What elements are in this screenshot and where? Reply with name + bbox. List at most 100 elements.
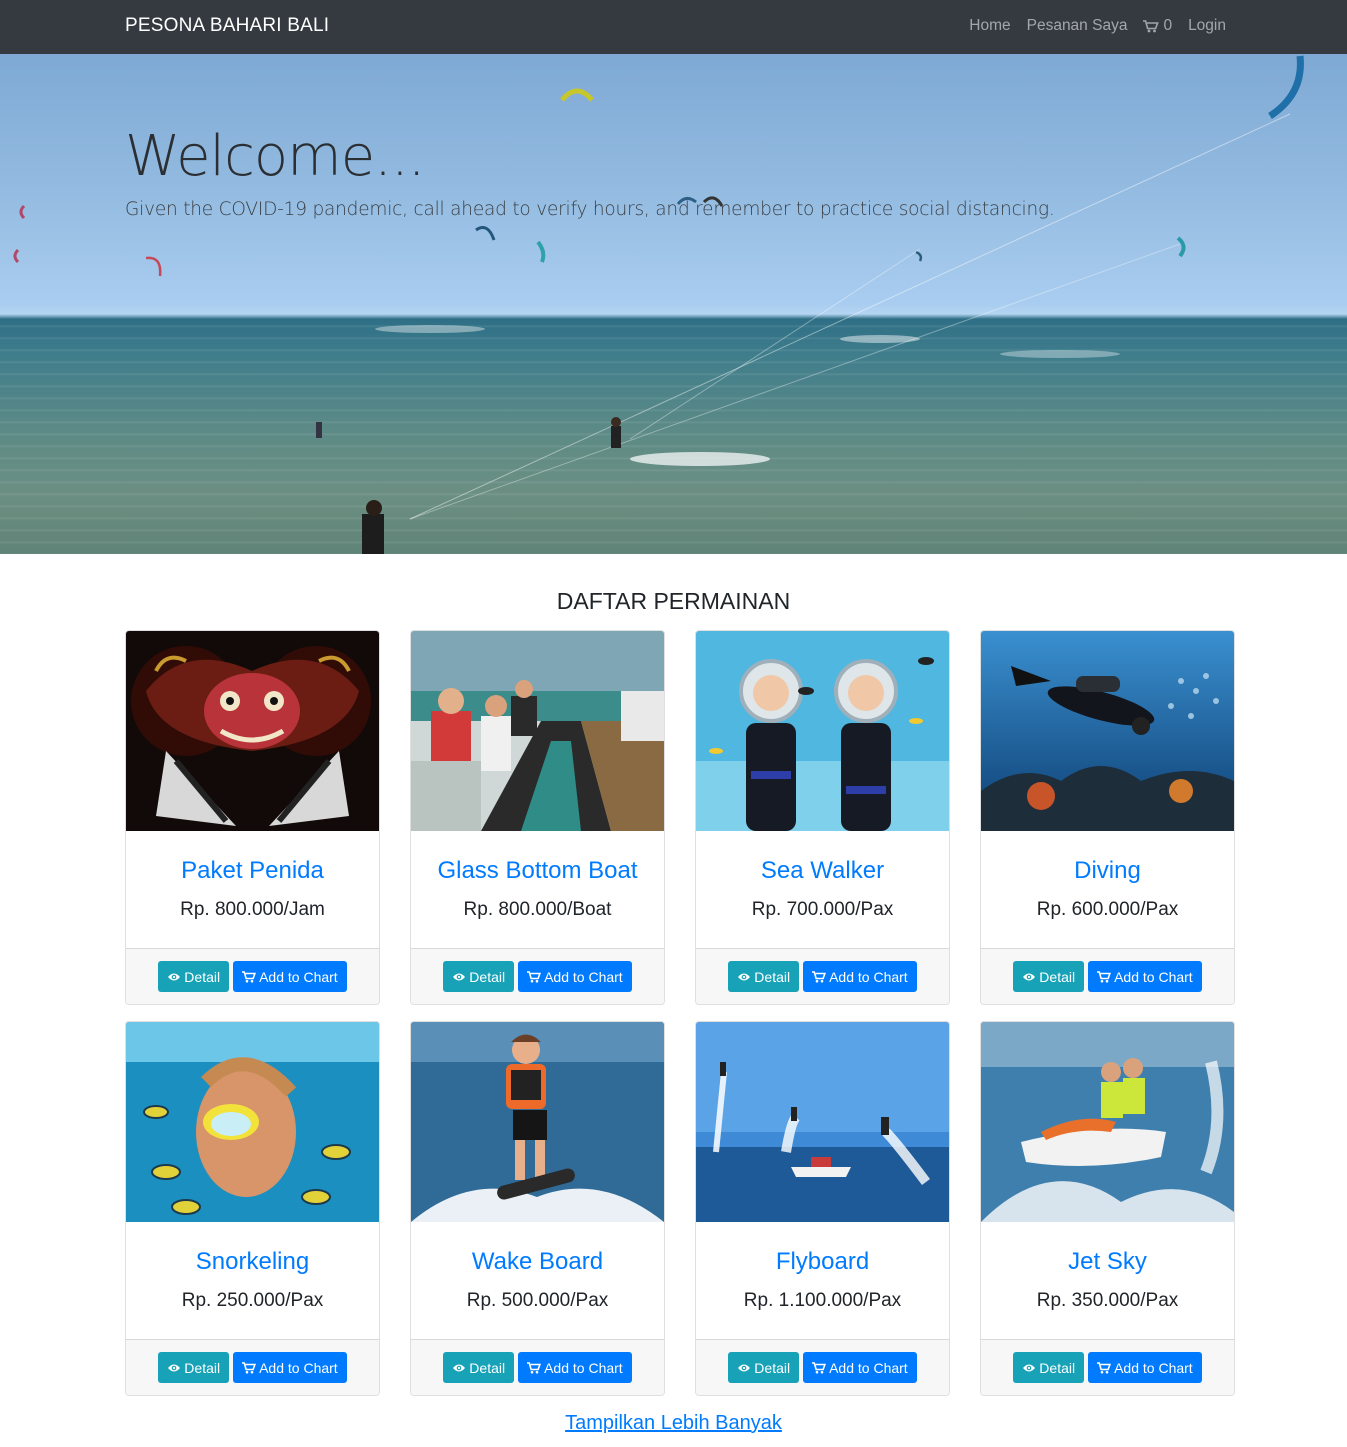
eye-icon <box>738 1364 751 1371</box>
product-card: Wake Board Rp. 500.000/Pax Detail Add to… <box>410 1021 665 1396</box>
product-card: Snorkeling Rp. 250.000/Pax Detail Add to… <box>125 1021 380 1396</box>
add-to-cart-button[interactable]: Add to Chart <box>518 961 632 992</box>
nav-cart[interactable]: 0 <box>1143 17 1172 35</box>
add-to-cart-button[interactable]: Add to Chart <box>1088 961 1202 992</box>
add-to-cart-button[interactable]: Add to Chart <box>803 961 917 992</box>
eye-icon <box>738 973 751 980</box>
card-image-glass-bottom-boat[interactable] <box>411 631 664 831</box>
card-title[interactable]: Jet Sky <box>981 1248 1234 1276</box>
brand-logo-text[interactable]: PESONA BAHARI BALI <box>125 15 329 37</box>
cart-icon <box>1097 1361 1112 1373</box>
card-image-snorkeler[interactable] <box>126 1022 379 1222</box>
card-image-diver[interactable] <box>981 631 1234 831</box>
card-title[interactable]: Sea Walker <box>696 857 949 885</box>
product-card: Glass Bottom Boat Rp. 800.000/Boat Detai… <box>410 630 665 1005</box>
eye-icon <box>453 973 466 980</box>
detail-button[interactable]: Detail <box>728 961 800 992</box>
cart-icon <box>1143 19 1160 32</box>
add-to-cart-label: Add to Chart <box>544 968 623 985</box>
nav-home[interactable]: Home <box>969 17 1010 35</box>
add-to-cart-label: Add to Chart <box>259 1359 338 1376</box>
card-title[interactable]: Flyboard <box>696 1248 949 1276</box>
product-card: Sea Walker Rp. 700.000/Pax Detail Add to… <box>695 630 950 1005</box>
card-title[interactable]: Wake Board <box>411 1248 664 1276</box>
card-price: Rp. 600.000/Pax <box>1036 899 1179 920</box>
add-to-cart-label: Add to Chart <box>829 968 908 985</box>
eye-icon <box>168 973 181 980</box>
detail-label: Detail <box>754 1359 791 1376</box>
nav-my-orders[interactable]: Pesanan Saya <box>1027 17 1128 35</box>
card-price: Rp. 500.000/Pax <box>466 1290 609 1311</box>
card-price: Rp. 800.000/Jam <box>180 899 325 920</box>
cart-icon <box>812 1361 827 1373</box>
detail-button[interactable]: Detail <box>158 961 230 992</box>
detail-label: Detail <box>184 1359 221 1376</box>
hero-jumbotron: Welcome... Given the COVID-19 pandemic, … <box>0 54 1347 554</box>
product-card: Jet Sky Rp. 350.000/Pax Detail Add to Ch… <box>980 1021 1235 1396</box>
card-price: Rp. 250.000/Pax <box>181 1290 324 1311</box>
card-price: Rp. 800.000/Boat <box>463 899 612 920</box>
cart-icon <box>242 970 257 982</box>
card-price: Rp. 1.100.000/Pax <box>743 1290 902 1311</box>
detail-label: Detail <box>469 968 506 985</box>
product-card: Paket Penida Rp. 800.000/Jam Detail Add … <box>125 630 380 1005</box>
add-to-cart-button[interactable]: Add to Chart <box>803 1352 917 1383</box>
detail-button[interactable]: Detail <box>158 1352 230 1383</box>
detail-label: Detail <box>1039 968 1076 985</box>
card-title[interactable]: Diving <box>981 857 1234 885</box>
detail-label: Detail <box>184 968 221 985</box>
eye-icon <box>168 1364 181 1371</box>
card-image-sea-walker[interactable] <box>696 631 949 831</box>
add-to-cart-button[interactable]: Add to Chart <box>1088 1352 1202 1383</box>
show-more-container: Tampilkan Lebih Banyak <box>0 1412 1347 1435</box>
card-footer: Detail Add to Chart <box>696 948 949 1004</box>
cart-icon <box>242 1361 257 1373</box>
card-title[interactable]: Paket Penida <box>126 857 379 885</box>
navbar: PESONA BAHARI BALI Home Pesanan Saya 0 L… <box>0 0 1347 54</box>
add-to-cart-label: Add to Chart <box>544 1359 623 1376</box>
eye-icon <box>453 1364 466 1371</box>
cart-count: 0 <box>1163 17 1173 34</box>
hero-title: Welcome... <box>125 124 426 189</box>
add-to-cart-label: Add to Chart <box>1114 968 1193 985</box>
card-footer: Detail Add to Chart <box>981 1339 1234 1395</box>
add-to-cart-button[interactable]: Add to Chart <box>518 1352 632 1383</box>
show-more-link[interactable]: Tampilkan Lebih Banyak <box>565 1412 782 1434</box>
add-to-cart-button[interactable]: Add to Chart <box>233 961 347 992</box>
card-price: Rp. 350.000/Pax <box>1036 1290 1179 1311</box>
cart-icon <box>1097 970 1112 982</box>
cart-icon <box>527 970 542 982</box>
card-title[interactable]: Snorkeling <box>126 1248 379 1276</box>
card-footer: Detail Add to Chart <box>696 1339 949 1395</box>
card-image-barong-mask[interactable] <box>126 631 379 831</box>
add-to-cart-label: Add to Chart <box>259 968 338 985</box>
detail-button[interactable]: Detail <box>443 961 515 992</box>
cart-icon <box>812 970 827 982</box>
add-to-cart-label: Add to Chart <box>829 1359 908 1376</box>
card-footer: Detail Add to Chart <box>981 948 1234 1004</box>
hero-subtitle: Given the COVID-19 pandemic, call ahead … <box>125 199 1055 220</box>
card-footer: Detail Add to Chart <box>411 948 664 1004</box>
card-image-jet-ski[interactable] <box>981 1022 1234 1222</box>
card-footer: Detail Add to Chart <box>126 1339 379 1395</box>
nav-login[interactable]: Login <box>1188 17 1226 35</box>
card-image-flyboard[interactable] <box>696 1022 949 1222</box>
product-card: Flyboard Rp. 1.100.000/Pax Detail Add to… <box>695 1021 950 1396</box>
detail-button[interactable]: Detail <box>728 1352 800 1383</box>
eye-icon <box>1023 973 1036 980</box>
add-to-cart-label: Add to Chart <box>1114 1359 1193 1376</box>
detail-button[interactable]: Detail <box>443 1352 515 1383</box>
nav-links: Home Pesanan Saya 0 Login <box>969 17 1226 35</box>
eye-icon <box>1023 1364 1036 1371</box>
cart-icon <box>527 1361 542 1373</box>
add-to-cart-button[interactable]: Add to Chart <box>233 1352 347 1383</box>
product-card: Diving Rp. 600.000/Pax Detail Add to Cha… <box>980 630 1235 1005</box>
detail-button[interactable]: Detail <box>1013 1352 1085 1383</box>
detail-button[interactable]: Detail <box>1013 961 1085 992</box>
card-image-wakeboarder[interactable] <box>411 1022 664 1222</box>
card-title[interactable]: Glass Bottom Boat <box>411 857 664 885</box>
card-price: Rp. 700.000/Pax <box>751 899 894 920</box>
detail-label: Detail <box>1039 1359 1076 1376</box>
detail-label: Detail <box>469 1359 506 1376</box>
section-title: DAFTAR PERMAINAN <box>556 588 791 614</box>
